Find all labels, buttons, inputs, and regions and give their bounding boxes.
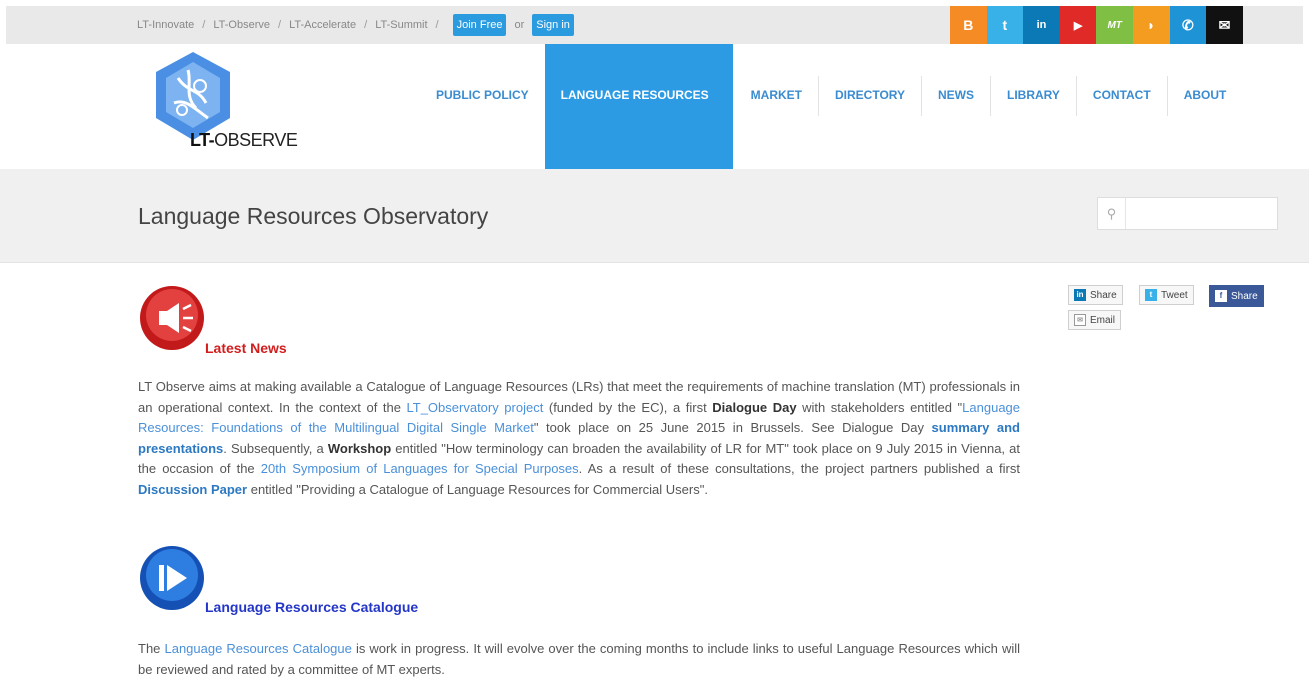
site-links: LT-Innovate / LT-Observe / LT-Accelerate… xyxy=(137,6,574,44)
catalogue-link[interactable]: Language Resources Catalogue xyxy=(164,641,351,656)
email-share-button[interactable]: ✉ Email xyxy=(1068,310,1122,330)
nav-market[interactable]: MARKET xyxy=(733,44,818,169)
search-icon[interactable]: ⚲ xyxy=(1098,198,1126,229)
link-lt-accelerate[interactable]: LT-Accelerate xyxy=(289,19,356,31)
facebook-share-button[interactable]: f Share xyxy=(1209,285,1264,307)
nav-news[interactable]: NEWS xyxy=(922,44,990,169)
nav-contact[interactable]: CONTACT xyxy=(1077,44,1167,169)
catalogue-heading: Language Resources Catalogue xyxy=(205,599,419,615)
tweet-button[interactable]: t Tweet xyxy=(1139,285,1194,305)
nav-library[interactable]: LIBRARY xyxy=(991,44,1076,169)
nav-public-policy[interactable]: PUBLIC POLICY xyxy=(420,44,545,169)
nav-language-resources[interactable]: LANGUAGE RESOURCES xyxy=(544,44,733,169)
search-box: ⚲ xyxy=(1097,197,1278,230)
linkedin-icon[interactable]: in xyxy=(1023,6,1060,44)
symposium-link[interactable]: 20th Symposium of Languages for Special … xyxy=(261,461,579,476)
envelope-icon: ✉ xyxy=(1074,314,1086,326)
youtube-icon[interactable]: ▶ xyxy=(1059,6,1097,44)
phone-icon[interactable]: ✆ xyxy=(1169,6,1207,44)
link-lt-innovate[interactable]: LT-Innovate xyxy=(137,19,194,31)
mt-icon[interactable]: MT xyxy=(1096,6,1133,44)
lt-observatory-link[interactable]: LT_Observatory project xyxy=(407,400,544,415)
link-lt-summit[interactable]: LT-Summit xyxy=(375,19,427,31)
catalogue-text: The Language Resources Catalogue is work… xyxy=(138,641,1021,677)
or-text: or xyxy=(514,19,525,31)
link-lt-observe[interactable]: LT-Observe xyxy=(213,19,270,31)
linkedin-share-button[interactable]: in Share xyxy=(1068,285,1123,305)
join-free-button[interactable]: Join Free xyxy=(452,14,507,36)
twitter-bird-icon: t xyxy=(1145,289,1157,301)
blogger-icon[interactable]: B xyxy=(950,6,987,44)
mail-icon[interactable]: ✉ xyxy=(1206,6,1243,44)
facebook-icon: f xyxy=(1215,290,1227,302)
discussion-paper-link[interactable]: Discussion Paper xyxy=(138,482,247,497)
logo-text: LT-OBSERVE xyxy=(190,130,298,150)
rss-icon[interactable]: ◗ xyxy=(1132,6,1170,44)
play-arrow-icon xyxy=(140,546,204,610)
social-links: B t in ▶ MT ◗ ✆ ✉ xyxy=(950,6,1243,44)
twitter-icon[interactable]: t xyxy=(986,6,1024,44)
latest-news-text: LT Observe aims at making available a Ca… xyxy=(138,379,1021,497)
megaphone-icon xyxy=(140,286,204,350)
top-bar: LT-Innovate / LT-Observe / LT-Accelerate… xyxy=(6,6,1303,44)
search-input[interactable] xyxy=(1128,202,1273,225)
sign-in-button[interactable]: Sign in xyxy=(532,14,574,36)
page-title: Language Resources Observatory xyxy=(138,203,489,229)
nav-about[interactable]: ABOUT xyxy=(1168,44,1227,169)
nav-directory[interactable]: DIRECTORY xyxy=(819,44,921,169)
main-nav: PUBLIC POLICY LANGUAGE RESOURCES MARKET … xyxy=(420,44,1226,169)
site-logo[interactable]: LT-OBSERVE xyxy=(140,48,310,158)
latest-news-heading: Latest News xyxy=(205,340,287,356)
linkedin-icon: in xyxy=(1074,289,1086,301)
